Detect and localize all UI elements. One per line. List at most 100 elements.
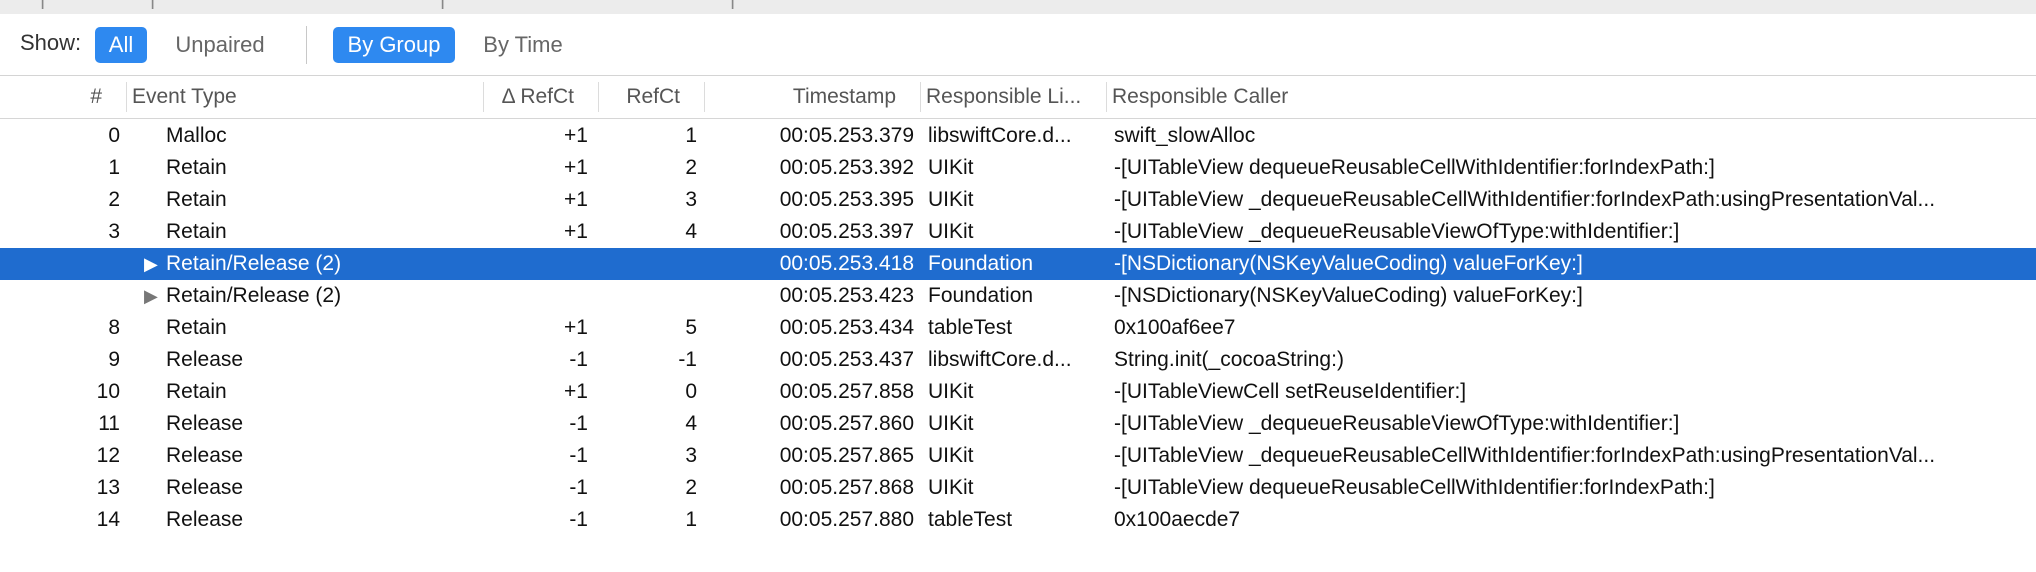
event-type: Malloc: [166, 124, 227, 147]
responsible-library: libswiftCore.d...: [928, 124, 1072, 147]
timestamp: 00:05.257.868: [779, 476, 914, 499]
responsible-caller: -[UITableView _dequeueReusableCellWithId…: [1114, 188, 1936, 211]
refct: 3: [685, 444, 697, 467]
refct: 1: [685, 124, 697, 147]
table-row[interactable]: 12 Release -1 3 00:05.257.865 UIKit -[UI…: [0, 440, 2036, 472]
timestamp: 00:05.257.880: [779, 508, 914, 531]
responsible-caller: 0x100af6ee7: [1114, 316, 1236, 339]
delta-refct: +1: [564, 316, 588, 339]
responsible-caller: 0x100aecde7: [1114, 508, 1241, 531]
row-number: 0: [108, 124, 120, 147]
event-type: Release: [166, 444, 244, 467]
responsible-library: tableTest: [928, 316, 1013, 339]
column-separator[interactable]: [1106, 82, 1107, 112]
row-number: 10: [96, 380, 120, 403]
column-header-responsible-library[interactable]: Responsible Li...: [926, 76, 1104, 118]
disclosure-triangle-icon[interactable]: ▶: [144, 248, 158, 280]
responsible-caller: swift_slowAlloc: [1114, 124, 1256, 147]
event-type: Release: [166, 476, 244, 499]
cut-off-tab-fragment: |: [150, 0, 155, 11]
column-separator[interactable]: [920, 82, 921, 112]
cut-off-tab-fragment: |: [440, 0, 445, 11]
responsible-caller: -[UITableViewCell setReuseIdentifier:]: [1114, 380, 1467, 403]
timestamp: 00:05.253.437: [779, 348, 914, 371]
event-type: Retain: [166, 220, 227, 243]
timestamp: 00:05.253.434: [779, 316, 914, 339]
event-type: Release: [166, 412, 244, 435]
refct: 2: [685, 156, 697, 179]
responsible-caller: -[NSDictionary(NSKeyValueCoding) valueFo…: [1114, 252, 1583, 275]
table-row[interactable]: 9 Release -1 -1 00:05.253.437 libswiftCo…: [0, 344, 2036, 376]
cut-off-tab-fragment: |: [730, 0, 735, 11]
responsible-library: UIKit: [928, 380, 974, 403]
event-type: Retain: [166, 316, 227, 339]
by-group-button[interactable]: By Group: [333, 27, 455, 63]
column-header-number[interactable]: #: [40, 76, 102, 118]
table-row[interactable]: 13 Release -1 2 00:05.257.868 UIKit -[UI…: [0, 472, 2036, 504]
responsible-library: Foundation: [928, 252, 1034, 275]
column-separator[interactable]: [126, 82, 127, 112]
table-row[interactable]: 11 Release -1 4 00:05.257.860 UIKit -[UI…: [0, 408, 2036, 440]
allocations-history-view: | | | | Show: All Unpaired By Group By T…: [0, 0, 2036, 572]
table-row[interactable]: 8 Retain +1 5 00:05.253.434 tableTest 0x…: [0, 312, 2036, 344]
timestamp: 00:05.257.860: [779, 412, 914, 435]
table-row[interactable]: 0 Malloc +1 1 00:05.253.379 libswiftCore…: [0, 120, 2036, 152]
delta-refct: +1: [564, 220, 588, 243]
row-number: 8: [108, 316, 120, 339]
table-row-group-selected[interactable]: ▶ Retain/Release (2) 00:05.253.418 Found…: [0, 248, 2036, 280]
timestamp: 00:05.253.397: [779, 220, 914, 243]
filter-all-button[interactable]: All: [95, 27, 147, 63]
table-row[interactable]: 2 Retain +1 3 00:05.253.395 UIKit -[UITa…: [0, 184, 2036, 216]
responsible-library: UIKit: [928, 188, 974, 211]
refct: 0: [685, 380, 697, 403]
delta-refct: +1: [564, 188, 588, 211]
window-top-strip: | | | |: [0, 0, 2036, 15]
table-row[interactable]: 1 Retain +1 2 00:05.253.392 UIKit -[UITa…: [0, 152, 2036, 184]
responsible-library: UIKit: [928, 476, 974, 499]
column-header-responsible-caller[interactable]: Responsible Caller: [1112, 76, 1512, 118]
event-type: Retain/Release (2): [166, 284, 342, 307]
responsible-caller: -[UITableView _dequeueReusableViewOfType…: [1114, 220, 1680, 243]
responsible-library: Foundation: [928, 284, 1034, 307]
row-number: 3: [108, 220, 120, 243]
row-number: 2: [108, 188, 120, 211]
refct: 3: [685, 188, 697, 211]
table-row[interactable]: 10 Retain +1 0 00:05.257.858 UIKit -[UIT…: [0, 376, 2036, 408]
by-time-button[interactable]: By Time: [468, 27, 578, 63]
show-label: Show:: [20, 30, 82, 55]
column-header-timestamp[interactable]: Timestamp: [720, 76, 896, 118]
toolbar-divider: [306, 26, 307, 64]
refct: 1: [685, 508, 697, 531]
column-separator[interactable]: [598, 82, 599, 112]
responsible-library: UIKit: [928, 156, 974, 179]
column-header-delta-refct[interactable]: Δ RefCt: [490, 76, 574, 118]
column-separator[interactable]: [483, 82, 484, 112]
delta-refct: +1: [564, 380, 588, 403]
timestamp: 00:05.257.865: [779, 444, 914, 467]
filter-unpaired-button[interactable]: Unpaired: [160, 27, 280, 63]
responsible-caller: -[UITableView dequeueReusableCellWithIde…: [1114, 156, 1715, 179]
column-separator[interactable]: [704, 82, 705, 112]
responsible-caller: String.init(_cocoaString:): [1114, 348, 1344, 371]
refct: 4: [685, 220, 697, 243]
table-row-group[interactable]: ▶ Retain/Release (2) 00:05.253.423 Found…: [0, 280, 2036, 312]
responsible-library: UIKit: [928, 412, 974, 435]
table-row[interactable]: 14 Release -1 1 00:05.257.880 tableTest …: [0, 504, 2036, 536]
delta-refct: -1: [569, 444, 588, 467]
event-type: Retain: [166, 156, 227, 179]
table-row[interactable]: 3 Retain +1 4 00:05.253.397 UIKit -[UITa…: [0, 216, 2036, 248]
filter-toolbar: Show: All Unpaired By Group By Time: [0, 14, 2036, 76]
disclosure-triangle-icon[interactable]: ▶: [144, 280, 158, 312]
refct: -1: [678, 348, 697, 371]
row-number: 1: [108, 156, 120, 179]
event-type: Retain/Release (2): [166, 252, 342, 275]
column-header-refct[interactable]: RefCt: [600, 76, 680, 118]
delta-refct: -1: [569, 348, 588, 371]
column-header-event-type[interactable]: Event Type: [132, 76, 472, 118]
refct: 5: [685, 316, 697, 339]
event-table-body: 0 Malloc +1 1 00:05.253.379 libswiftCore…: [0, 120, 2036, 536]
row-number: 13: [96, 476, 120, 499]
delta-refct: +1: [564, 124, 588, 147]
timestamp: 00:05.253.392: [779, 156, 914, 179]
responsible-library: libswiftCore.d...: [928, 348, 1072, 371]
